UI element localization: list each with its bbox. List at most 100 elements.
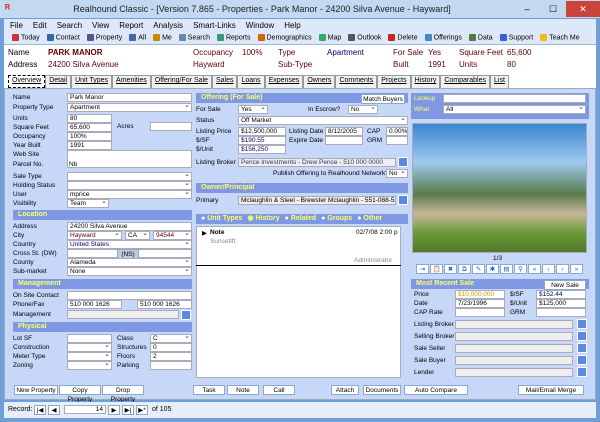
sale-price-field[interactable]: $10,000,000 <box>455 290 505 299</box>
zip-select[interactable]: 94544 <box>153 231 192 240</box>
edit-photo-icon[interactable]: ✎ <box>472 264 485 274</box>
primary-owner-field[interactable]: Mclaughlin & Steel - Brewster Mclaughlin… <box>238 196 396 205</box>
sale-type-select[interactable] <box>67 172 192 181</box>
menu-help[interactable]: Help <box>284 21 300 30</box>
radio-history[interactable]: ◉ History <box>247 214 279 224</box>
sale-seller-field[interactable] <box>455 344 573 353</box>
construction-field[interactable] <box>67 343 112 352</box>
lot-sf-field[interactable] <box>67 334 112 343</box>
photo-list-icon[interactable]: ▤ <box>500 264 513 274</box>
price-per-sf-field[interactable]: $190.55 <box>238 136 286 145</box>
tab-list[interactable]: List <box>490 75 509 88</box>
parking-field[interactable] <box>150 361 192 370</box>
menu-analysis[interactable]: Analysis <box>153 21 183 30</box>
match-buyers-button[interactable]: Match Buyers <box>361 94 405 104</box>
sale-psf-field[interactable]: $152.44 <box>536 290 586 299</box>
documents-button[interactable]: Documents <box>363 385 401 395</box>
tab-overview[interactable]: Overview <box>8 75 46 88</box>
new-record-button[interactable]: ▶* <box>136 405 148 415</box>
tab-sales[interactable]: Sales <box>211 75 238 88</box>
toolbar-contact-button[interactable]: Contact <box>46 34 80 42</box>
toolbar-demographics-button[interactable]: Demographics <box>257 34 312 42</box>
open-photo-icon[interactable]: ⇥ <box>416 264 429 274</box>
menu-window[interactable]: Window <box>246 21 274 30</box>
zoning-field[interactable] <box>67 361 112 370</box>
name-field[interactable]: Park Manor <box>67 93 192 102</box>
lender-field[interactable] <box>455 368 573 377</box>
radio-other[interactable]: ● Other <box>357 214 382 224</box>
close-button[interactable]: ✕ <box>566 1 600 17</box>
paste-photo-icon[interactable]: 📋 <box>430 264 443 274</box>
menu-search[interactable]: Search <box>57 21 82 30</box>
photo-pin-icon[interactable]: ⚲ <box>514 264 527 274</box>
publish-offering-select[interactable]: No <box>386 169 408 178</box>
fax-field[interactable]: 510 000 1626 <box>137 300 192 309</box>
selling-broker-contact-icon[interactable] <box>577 331 587 341</box>
first-record-button[interactable]: |◀ <box>34 405 46 415</box>
listing-broker-field[interactable] <box>455 320 573 329</box>
tab-comments[interactable]: Comments <box>335 75 378 88</box>
listing-broker-contact-icon[interactable] <box>577 319 587 329</box>
sale-grm-field[interactable] <box>536 308 586 317</box>
task-button[interactable]: Task <box>193 385 225 395</box>
structures-field[interactable]: 0 <box>150 343 192 352</box>
sale-buyer-field[interactable] <box>455 356 573 365</box>
property-type-select[interactable]: Apartment <box>67 103 192 112</box>
tab-owners[interactable]: Owners <box>303 75 336 88</box>
sale-date-field[interactable]: 7/23/1996 <box>455 299 505 308</box>
state-select[interactable]: CA <box>125 231 150 240</box>
listing-date-field[interactable]: 8/12/2005 <box>325 127 363 136</box>
maximize-button[interactable]: ☐ <box>540 1 566 17</box>
photo-settings-icon[interactable]: ✱ <box>486 264 499 274</box>
phone-field[interactable]: 510 000 1626 <box>67 300 122 309</box>
county-select[interactable]: Alameda <box>67 258 192 267</box>
meter-type-field[interactable] <box>67 352 112 361</box>
next-photo-icon[interactable]: › <box>556 264 569 274</box>
onsite-contact-field[interactable] <box>67 291 192 300</box>
tab-expenses[interactable]: Expenses <box>264 75 304 88</box>
holding-status-select[interactable] <box>67 181 192 190</box>
toolbar-outlook-button[interactable]: Outlook <box>348 34 381 42</box>
menu-report[interactable]: Report <box>119 21 143 30</box>
record-number-input[interactable]: 14 <box>64 405 106 414</box>
mail-merge-button[interactable]: Mail/Email Merge <box>518 385 584 395</box>
lookup-input[interactable] <box>443 94 586 103</box>
user-select[interactable]: mprice <box>67 190 192 199</box>
sale-seller-contact-icon[interactable] <box>577 343 587 353</box>
listing-broker-field[interactable]: Pence Investments - Drew Pence - 510 000… <box>238 158 396 167</box>
drop-property-button[interactable]: Drop Property <box>102 385 144 403</box>
note-button[interactable]: Note <box>227 385 259 395</box>
copy-property-button[interactable]: Copy Property <box>59 385 101 403</box>
menu-view[interactable]: View <box>92 21 109 30</box>
new-property-button[interactable]: New Property <box>14 385 58 395</box>
primary-owner-contact-icon[interactable] <box>398 195 408 205</box>
status-select[interactable]: Off Market <box>238 116 408 125</box>
prev-record-button[interactable]: ◀ <box>48 405 60 415</box>
country-select[interactable]: United States <box>67 240 192 249</box>
tab-unit-types[interactable]: Unit Types <box>71 75 113 88</box>
expire-date-field[interactable] <box>325 136 363 145</box>
toolbar-today-button[interactable]: Today <box>12 34 40 42</box>
cap-field[interactable]: 0.00% <box>386 127 408 136</box>
acres-field[interactable] <box>150 122 192 131</box>
menu-file[interactable]: File <box>10 21 23 30</box>
call-button[interactable]: Call <box>263 385 295 395</box>
management-field[interactable] <box>67 310 179 319</box>
last-record-button[interactable]: ▶| <box>122 405 134 415</box>
toolbar-map-button[interactable]: Map <box>318 34 341 42</box>
delete-photo-icon[interactable]: ✖ <box>444 264 457 274</box>
toolbar-delete-button[interactable]: Delete <box>388 34 418 42</box>
square-feet-field[interactable]: 65,600 <box>67 123 112 132</box>
grm-field[interactable] <box>386 136 408 145</box>
toolbar-search-button[interactable]: Search <box>178 34 210 42</box>
management-contact-icon[interactable] <box>181 310 191 320</box>
tab-offering-for-sale[interactable]: Offering/For Sale <box>150 75 212 88</box>
location-address-field[interactable]: 24200 Silva Avenue <box>67 222 192 231</box>
listing-price-field[interactable]: $12,500,000 <box>238 127 286 136</box>
tab-projects[interactable]: Projects <box>377 75 411 88</box>
history-list[interactable] <box>196 226 401 378</box>
visibility-select[interactable]: Team <box>67 199 109 208</box>
sale-cap-field[interactable] <box>455 308 505 317</box>
photo-tree-icon[interactable]: ⧉ <box>458 264 471 274</box>
first-photo-icon[interactable]: « <box>528 264 541 274</box>
